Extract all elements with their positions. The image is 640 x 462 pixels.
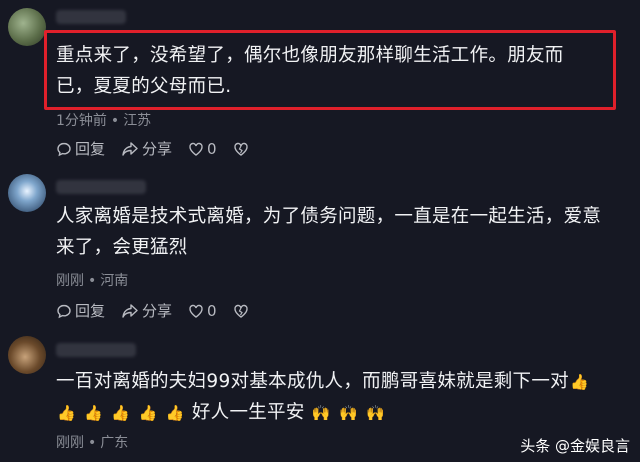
comment-actions: 回复 分享 0 [56,300,268,321]
comment-text: 人家离婚是技术式离婚，为了债务问题，一直是在一起生活，爱意来了，会更猛烈 [56,206,602,258]
comment-text-part1: 一百对离婚的夫妇99对基本成仇人，而鹏哥喜妹就是剩下一对 [56,371,569,392]
hands-up-emoji: 🙌 [339,403,359,422]
comment-location: 河南 [100,273,129,289]
share-label: 分享 [142,140,173,158]
comment-location: 广东 [100,435,129,451]
comment-meta: 刚刚 • 河南 [56,270,128,290]
comment-text-part2: 好人一生平安 [191,402,305,423]
thumbs-up-emoji: 👍 [165,403,185,422]
meta-dot: • [110,113,120,129]
meta-dot: • [88,435,97,451]
avatar[interactable] [8,174,46,212]
share-label: 分享 [142,302,173,320]
like-count: 0 [207,139,217,158]
avatar[interactable] [8,336,46,374]
comment-location: 江苏 [123,113,152,129]
username-blurred[interactable] [56,180,146,194]
share-icon [122,303,138,318]
hands-up-emoji: 🙌 [366,403,386,422]
comment-time: 刚刚 [56,435,84,451]
reply-label: 回复 [75,302,106,320]
username-blurred[interactable] [56,343,136,357]
broken-heart-icon [233,142,248,156]
like-count: 0 [207,301,217,320]
dislike-button[interactable] [233,141,252,157]
hands-up-emoji: 🙌 [311,403,331,422]
thumbs-up-emoji: 👍 [569,372,589,391]
like-button[interactable]: 0 [188,302,217,320]
comment-actions: 回复 分享 0 [56,138,268,159]
reply-icon [57,304,71,318]
heart-icon [189,304,203,318]
thumbs-up-emoji: 👍 [84,403,104,422]
thumbs-up-emoji: 👍 [57,403,76,422]
comment-time: 刚刚 [56,273,84,289]
watermark: 头条 @金娱良言 [520,437,630,455]
comment-meta: 1分钟前 • 江苏 [56,110,151,130]
thumbs-up-emoji: 👍 [111,403,131,422]
reply-label: 回复 [75,140,106,158]
share-icon [122,141,138,156]
username-blurred[interactable] [56,10,126,24]
avatar[interactable] [8,8,46,46]
share-button[interactable]: 分享 [121,300,172,321]
comment-text: 一百对离婚的夫妇99对基本成仇人，而鹏哥喜妹就是剩下一对👍 👍 👍 👍 👍 👍 … [56,366,616,428]
meta-dot: • [88,273,97,289]
share-button[interactable]: 分享 [121,138,172,159]
heart-icon [189,142,203,156]
broken-heart-icon [233,304,248,318]
dislike-button[interactable] [233,303,252,319]
reply-button[interactable]: 回复 [56,300,105,321]
comment-time: 1分钟前 [56,113,107,129]
like-button[interactable]: 0 [188,140,217,158]
reply-icon [57,142,71,156]
thumbs-up-emoji: 👍 [138,403,158,422]
comment-meta: 刚刚 • 广东 [56,432,128,452]
reply-button[interactable]: 回复 [56,138,105,159]
highlight-box [44,30,616,110]
